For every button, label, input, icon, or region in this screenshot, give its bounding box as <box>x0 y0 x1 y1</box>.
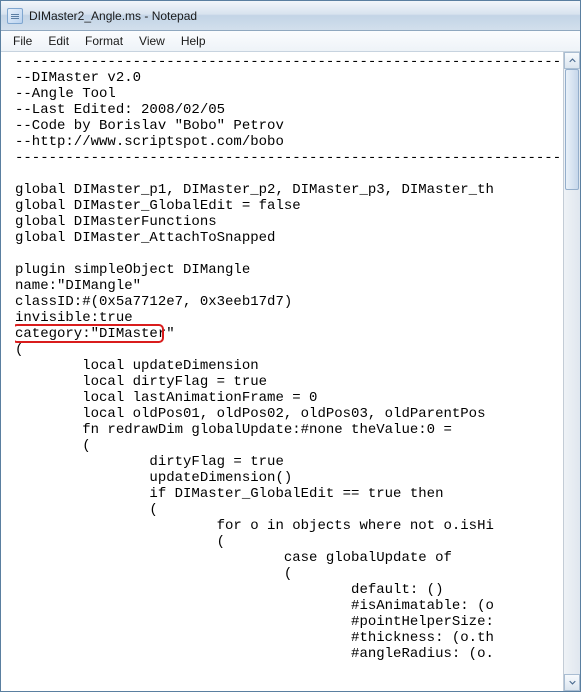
scroll-down-button[interactable] <box>564 674 580 691</box>
menu-view[interactable]: View <box>131 32 173 50</box>
scroll-up-button[interactable] <box>564 52 580 69</box>
vertical-scrollbar[interactable] <box>563 52 580 691</box>
menu-help[interactable]: Help <box>173 32 214 50</box>
menubar: File Edit Format View Help <box>1 31 580 52</box>
scroll-track[interactable] <box>564 69 580 674</box>
chevron-up-icon <box>569 57 576 64</box>
notepad-icon <box>7 8 23 24</box>
code-content[interactable]: ----------------------------------------… <box>15 54 563 662</box>
editor-area: ----------------------------------------… <box>1 52 580 691</box>
chevron-down-icon <box>569 679 576 686</box>
menu-edit[interactable]: Edit <box>40 32 77 50</box>
menu-file[interactable]: File <box>5 32 40 50</box>
window-title: DIMaster2_Angle.ms - Notepad <box>29 9 197 23</box>
left-gutter <box>1 52 15 691</box>
notepad-window: DIMaster2_Angle.ms - Notepad File Edit F… <box>0 0 581 692</box>
scroll-thumb[interactable] <box>565 69 579 190</box>
text-editor[interactable]: ----------------------------------------… <box>15 52 563 691</box>
titlebar[interactable]: DIMaster2_Angle.ms - Notepad <box>1 1 580 31</box>
menu-format[interactable]: Format <box>77 32 131 50</box>
